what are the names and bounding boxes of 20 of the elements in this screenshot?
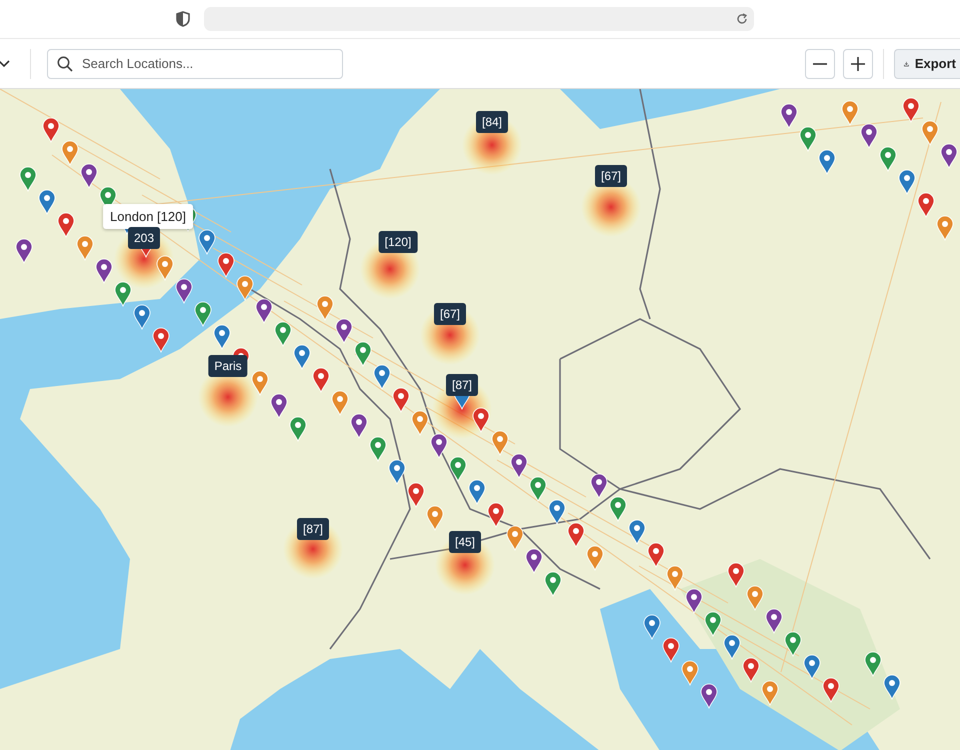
cluster-label[interactable]: [87] <box>446 374 478 396</box>
map-tooltip: London [120] <box>103 204 193 229</box>
cluster-label[interactable]: Paris <box>208 355 248 377</box>
cluster-label[interactable]: [87] <box>297 518 329 540</box>
search-icon <box>57 56 73 72</box>
cluster-label[interactable]: [120] <box>378 231 418 253</box>
zoom-in-button[interactable] <box>843 48 873 78</box>
cluster-label[interactable]: [67] <box>595 165 627 187</box>
plus-icon <box>851 56 865 70</box>
export-button[interactable]: Export <box>894 48 960 78</box>
chevron-down-icon <box>0 60 10 68</box>
cluster-label[interactable]: [45] <box>449 531 481 553</box>
cluster-label[interactable]: [67] <box>434 303 466 325</box>
zoom-out-button[interactable] <box>805 48 835 78</box>
reload-icon[interactable] <box>736 13 748 25</box>
cluster-label[interactable]: [84] <box>476 111 508 133</box>
minus-icon <box>813 62 827 64</box>
search-field[interactable]: Search Locations... <box>47 48 343 78</box>
cluster-label[interactable]: 203 <box>128 227 160 249</box>
shield-icon[interactable] <box>176 11 190 27</box>
